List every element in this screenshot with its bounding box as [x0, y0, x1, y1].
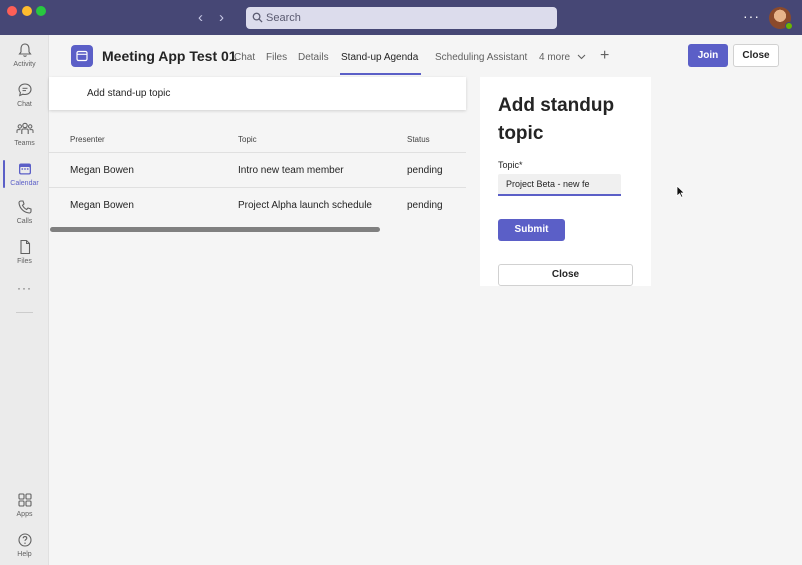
- table-row[interactable]: Megan Bowen Intro new team member pendin…: [49, 152, 466, 187]
- column-header-topic[interactable]: Topic: [238, 135, 257, 144]
- rail-item-chat[interactable]: Chat: [0, 82, 49, 108]
- status-cell: pending: [407, 165, 443, 176]
- search-icon: [252, 12, 263, 23]
- panel-title: Add standup topic: [498, 95, 615, 144]
- more-apps-icon: ···: [17, 281, 32, 295]
- column-header-presenter[interactable]: Presenter: [70, 135, 105, 144]
- rail-item-activity[interactable]: Activity: [0, 42, 49, 68]
- topic-field[interactable]: [498, 174, 621, 196]
- status-cell: pending: [407, 200, 443, 211]
- tab-files[interactable]: Files: [266, 52, 287, 63]
- search-input[interactable]: Search: [246, 7, 557, 29]
- teams-icon: [16, 122, 33, 134]
- rail-label-calendar: Calendar: [10, 180, 39, 187]
- add-topic-bar[interactable]: Add stand-up topic: [49, 77, 466, 110]
- topic-field-label: Topic*: [498, 160, 523, 170]
- topic-cell: Project Alpha launch schedule: [238, 200, 372, 211]
- title-bar: ‹ › Search ···: [0, 0, 802, 35]
- rail-label-calls: Calls: [16, 218, 33, 225]
- tab-more-label: 4 more: [539, 52, 571, 63]
- tab-scheduling-assistant[interactable]: Scheduling Assistant: [435, 52, 527, 63]
- window-minimize-button[interactable]: [22, 6, 32, 16]
- window-close-button[interactable]: [7, 6, 17, 16]
- close-meeting-button[interactable]: Close: [733, 44, 779, 67]
- rail-label-chat: Chat: [17, 101, 32, 108]
- phone-icon: [17, 200, 32, 214]
- rail-label-activity: Activity: [13, 61, 36, 68]
- rail-more-button[interactable]: ···: [0, 281, 49, 295]
- rail-label-help: Help: [17, 551, 32, 558]
- rail-item-teams[interactable]: Teams: [0, 121, 49, 147]
- search-placeholder: Search: [266, 12, 301, 24]
- file-icon: [19, 239, 30, 255]
- table-row[interactable]: Megan Bowen Project Alpha launch schedul…: [49, 187, 466, 222]
- tab-stand-up-agenda[interactable]: Stand-up Agenda: [341, 52, 418, 63]
- forward-arrow-icon[interactable]: ›: [219, 10, 224, 25]
- meeting-header: Meeting App Test 01 Chat Files Details S…: [49, 35, 802, 77]
- scrollbar-thumb[interactable]: [50, 227, 380, 232]
- rail-item-apps[interactable]: Apps: [0, 492, 49, 518]
- more-options-icon[interactable]: ···: [743, 8, 760, 24]
- rail-item-files[interactable]: Files: [0, 239, 49, 265]
- rail-item-help[interactable]: Help: [0, 532, 49, 558]
- tab-chat[interactable]: Chat: [234, 52, 255, 63]
- bell-icon: [17, 43, 32, 57]
- column-header-status[interactable]: Status: [407, 135, 430, 144]
- app-rail: Activity Chat Teams Calendar Calls Files…: [0, 35, 49, 565]
- calendar-icon: [18, 163, 31, 175]
- back-arrow-icon[interactable]: ‹: [198, 10, 203, 25]
- add-topic-panel: Add standup topic Topic* Submit Close: [480, 77, 651, 286]
- rail-label-teams: Teams: [14, 140, 35, 147]
- topic-cell: Intro new team member: [238, 165, 344, 176]
- chat-icon: [17, 83, 32, 97]
- help-icon: [17, 533, 32, 547]
- rail-item-calendar[interactable]: Calendar: [0, 161, 49, 187]
- rail-item-calls[interactable]: Calls: [0, 199, 49, 225]
- tab-details[interactable]: Details: [298, 52, 329, 63]
- add-tab-icon[interactable]: +: [600, 47, 609, 65]
- tab-more[interactable]: 4 more: [539, 52, 586, 63]
- mouse-cursor-icon: [676, 185, 685, 198]
- join-button[interactable]: Join: [688, 44, 728, 67]
- add-topic-link[interactable]: Add stand-up topic: [87, 88, 170, 99]
- submit-button[interactable]: Submit: [498, 219, 565, 241]
- chevron-down-icon: [577, 54, 586, 60]
- meeting-calendar-icon: [71, 45, 93, 67]
- rail-label-files: Files: [17, 258, 32, 265]
- presence-status-icon: [785, 22, 793, 30]
- active-tab-indicator: [340, 73, 421, 75]
- presenter-cell: Megan Bowen: [70, 200, 134, 211]
- rail-divider: [16, 312, 33, 313]
- presenter-cell: Megan Bowen: [70, 165, 134, 176]
- window-zoom-button[interactable]: [36, 6, 46, 16]
- page-title: Meeting App Test 01: [102, 48, 237, 64]
- main-content: Add stand-up topic Presenter Topic Statu…: [49, 77, 802, 565]
- panel-close-button[interactable]: Close: [498, 264, 633, 286]
- apps-icon: [17, 493, 32, 507]
- rail-label-apps: Apps: [16, 511, 33, 518]
